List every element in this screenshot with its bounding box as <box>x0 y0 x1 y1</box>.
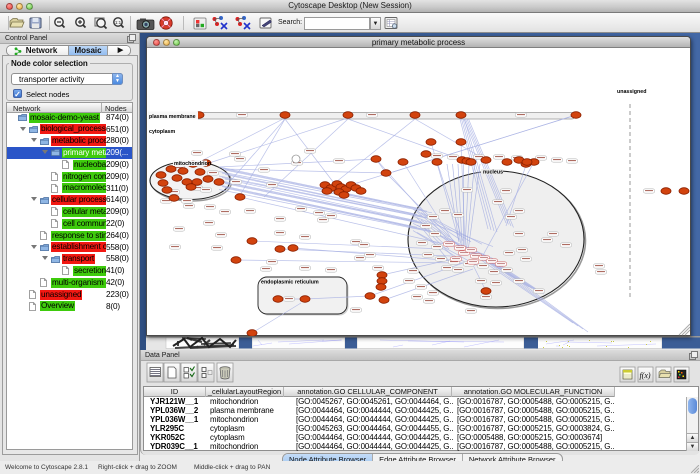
svg-text:plasma membrane: plasma membrane <box>149 114 196 120</box>
svg-text:cytoplasm: cytoplasm <box>149 129 175 135</box>
svg-text:nucleus: nucleus <box>483 170 503 176</box>
svg-text:unassigned: unassigned <box>617 89 646 95</box>
svg-text:endoplasmic reticulum: endoplasmic reticulum <box>261 280 319 286</box>
svg-text:mitochondrion: mitochondrion <box>174 161 211 167</box>
svg-text:f(x): f(x) <box>639 371 650 380</box>
svg-text:1:1: 1:1 <box>115 20 122 25</box>
